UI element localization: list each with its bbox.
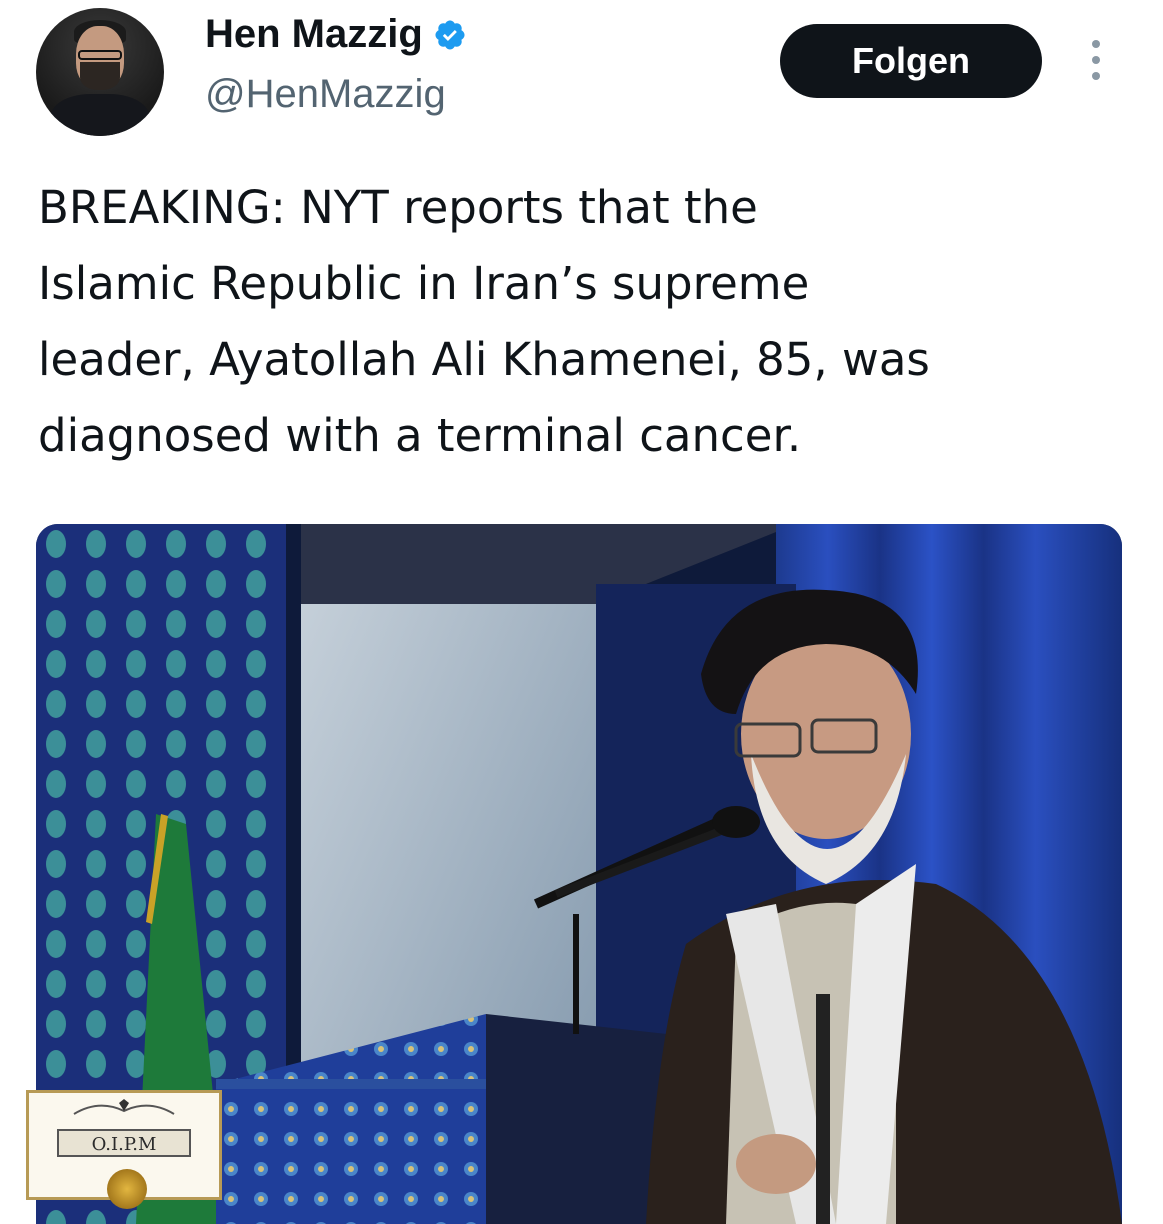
more-dots-icon[interactable] [1082,36,1110,84]
watermark-logo: O.I.P.M [26,1090,222,1209]
avatar[interactable] [36,8,164,136]
author-name-row: Hen Mazzig [205,12,467,57]
author-handle[interactable]: @HenMazzig [205,72,446,117]
author-display-name[interactable]: Hen Mazzig [205,12,423,57]
tweet-text-line: BREAKING: NYT reports that the [38,181,758,234]
follow-button[interactable]: Folgen [780,24,1042,98]
more-dot [1092,72,1100,80]
tweet-text-line: diagnosed with a terminal cancer. [38,409,802,462]
tweet-text-line: Islamic Republic in Iran’s supreme [38,257,810,310]
more-dot [1092,40,1100,48]
avatar-beard [80,62,120,90]
tweet-text-line: leader, Ayatollah Ali Khamenei, 85, was [38,333,930,386]
watermark-label: O.I.P.M [57,1129,191,1157]
verified-badge-icon [435,19,465,50]
more-dot [1092,56,1100,64]
avatar-body [50,94,150,136]
ornament-icon [73,1099,175,1115]
sun-emblem-icon [107,1169,147,1209]
avatar-glasses [78,50,122,60]
tweet-text: BREAKING: NYT reports that the Islamic R… [38,170,1128,474]
